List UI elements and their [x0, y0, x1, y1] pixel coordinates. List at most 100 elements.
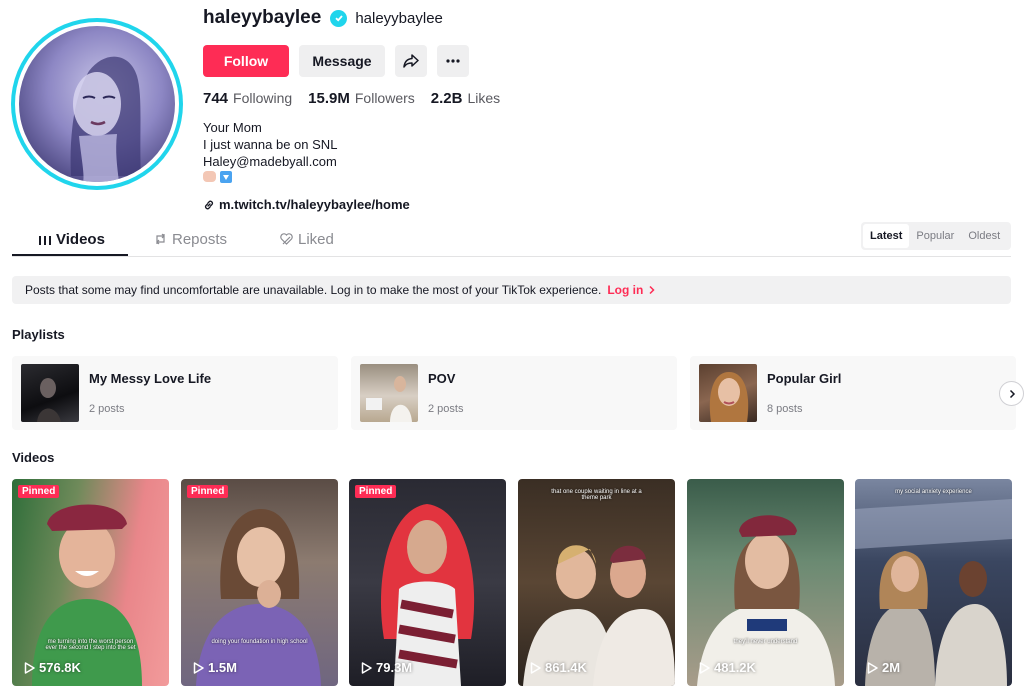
play-count-value: 2M: [882, 660, 901, 675]
video-thumbnail: [518, 479, 675, 686]
tab-label: Reposts: [172, 230, 228, 248]
playlist-card[interactable]: My Messy Love Life 2 posts: [12, 356, 338, 430]
pinned-badge: Pinned: [18, 485, 60, 498]
play-icon: [867, 661, 878, 674]
video-card[interactable]: Pinned doing your foundation in high sch…: [181, 479, 338, 686]
playlist-title: Popular Girl: [767, 371, 842, 386]
grid-icon: [39, 235, 51, 245]
active-tab-underline: [12, 254, 128, 256]
play-icon: [193, 661, 204, 674]
followers-count[interactable]: 15.9M: [308, 90, 350, 107]
pinned-badge: Pinned: [355, 485, 397, 498]
heart-icon: [280, 233, 293, 245]
link-icon: [204, 200, 214, 209]
notice-text: Posts that some may find uncomfortable a…: [25, 283, 602, 297]
playlist-thumbnail: [699, 364, 757, 422]
video-thumbnail: [855, 479, 1012, 686]
video-card[interactable]: Pinned me turning into the worst person …: [12, 479, 169, 686]
avatar[interactable]: [11, 18, 183, 190]
bio-line: Haley@madebyall.com: [203, 154, 337, 169]
play-count-value: 1.5M: [208, 660, 237, 675]
playlist-count: 2 posts: [428, 403, 464, 415]
repost-icon: [156, 233, 165, 245]
video-caption: me turning into the worst person ever th…: [45, 639, 136, 651]
more-button[interactable]: [437, 45, 469, 77]
following-count[interactable]: 744: [203, 90, 228, 107]
playlist-title: POV: [428, 371, 456, 386]
playlist-thumbnail: [21, 364, 79, 422]
sort-latest[interactable]: Latest: [863, 224, 910, 248]
play-count: 576.8K: [24, 660, 81, 675]
sort-oldest[interactable]: Oldest: [961, 224, 1007, 248]
username: haleyybaylee: [203, 7, 322, 28]
hands-emoji-icon: [203, 171, 216, 182]
play-count: 2M: [867, 660, 900, 675]
sort-popular[interactable]: Popular: [909, 224, 961, 248]
tab-reposts[interactable]: Reposts: [154, 222, 227, 256]
followers-label[interactable]: Followers: [355, 90, 415, 106]
verified-icon: [330, 9, 348, 27]
share-button[interactable]: [395, 45, 427, 77]
video-thumbnail: [349, 479, 506, 686]
bio-line: Your Mom: [203, 120, 262, 135]
playlist-info: My Messy Love Life 2 posts: [89, 371, 211, 415]
share-icon: [403, 54, 419, 68]
playlist-count: 2 posts: [89, 403, 125, 415]
chevron-right-icon: [1009, 389, 1015, 398]
message-button[interactable]: Message: [299, 45, 385, 77]
play-count: 79.3M: [361, 660, 412, 675]
playlist-title: My Messy Love Life: [89, 371, 212, 386]
play-count-value: 576.8K: [39, 660, 81, 675]
follow-button[interactable]: Follow: [203, 45, 289, 77]
play-count: 481.2K: [699, 660, 756, 675]
tab-label: Videos: [56, 230, 105, 248]
avatar-border: [15, 22, 179, 186]
video-thumbnail: [687, 479, 844, 686]
video-caption: doing your foundation in high school: [211, 639, 308, 645]
video-card[interactable]: Pinned 79.3M: [349, 479, 506, 686]
action-buttons: Follow Message: [203, 45, 516, 77]
playlist-info: Popular Girl 8 posts: [767, 371, 841, 415]
playlist-card[interactable]: Popular Girl 8 posts: [690, 356, 1016, 430]
playlist-info: POV 2 posts: [428, 371, 463, 415]
video-thumbnail: [181, 479, 338, 686]
play-icon: [24, 661, 35, 674]
pinned-badge: Pinned: [187, 485, 229, 498]
profile-info: haleyybaylee haleyybaylee Follow Message…: [203, 6, 516, 212]
play-icon: [361, 661, 372, 674]
tab-videos[interactable]: Videos: [39, 222, 105, 256]
chevron-right-icon: [649, 285, 655, 295]
video-caption: my social anxiety experience: [895, 489, 972, 495]
stats: 744 Following 15.9M Followers 2.2B Likes: [203, 90, 516, 107]
tab-liked[interactable]: Liked: [280, 222, 334, 256]
play-icon: [530, 661, 541, 674]
likes-count: 2.2B: [430, 90, 463, 107]
video-card[interactable]: that one couple waiting in line at a the…: [518, 479, 675, 686]
video-card[interactable]: my social anxiety experience 2M: [855, 479, 1012, 686]
sort-toggle: Latest Popular Oldest: [861, 222, 1011, 250]
bio: Your Mom I just wanna be on SNL Haley@ma…: [203, 119, 516, 183]
handle: haleyybaylee: [355, 9, 443, 27]
play-count-value: 481.2K: [714, 660, 756, 675]
login-notice: Posts that some may find uncomfortable a…: [12, 276, 1011, 304]
following-label[interactable]: Following: [233, 90, 292, 106]
name-row: haleyybaylee haleyybaylee: [203, 6, 516, 30]
profile-link[interactable]: m.twitch.tv/haleyybaylee/home: [203, 197, 516, 212]
profile-link-text[interactable]: m.twitch.tv/haleyybaylee/home: [219, 197, 410, 212]
login-link[interactable]: Log in: [607, 283, 657, 297]
tab-label: Liked: [298, 230, 334, 248]
play-count-value: 861.4K: [545, 660, 587, 675]
video-thumbnail: [12, 479, 169, 686]
login-label[interactable]: Log in: [607, 283, 643, 297]
playlist-card[interactable]: POV 2 posts: [351, 356, 677, 430]
video-card[interactable]: they'll never understand 481.2K: [687, 479, 844, 686]
likes-label: Likes: [467, 90, 501, 106]
playlists-heading: Playlists: [12, 327, 65, 342]
playlist-next-button[interactable]: [999, 381, 1024, 406]
down-arrow-emoji-icon: [220, 171, 232, 183]
play-count-value: 79.3M: [376, 660, 413, 675]
playlist-thumbnail: [360, 364, 418, 422]
play-count: 861.4K: [530, 660, 587, 675]
more-icon: [446, 59, 460, 63]
play-count: 1.5M: [193, 660, 237, 675]
